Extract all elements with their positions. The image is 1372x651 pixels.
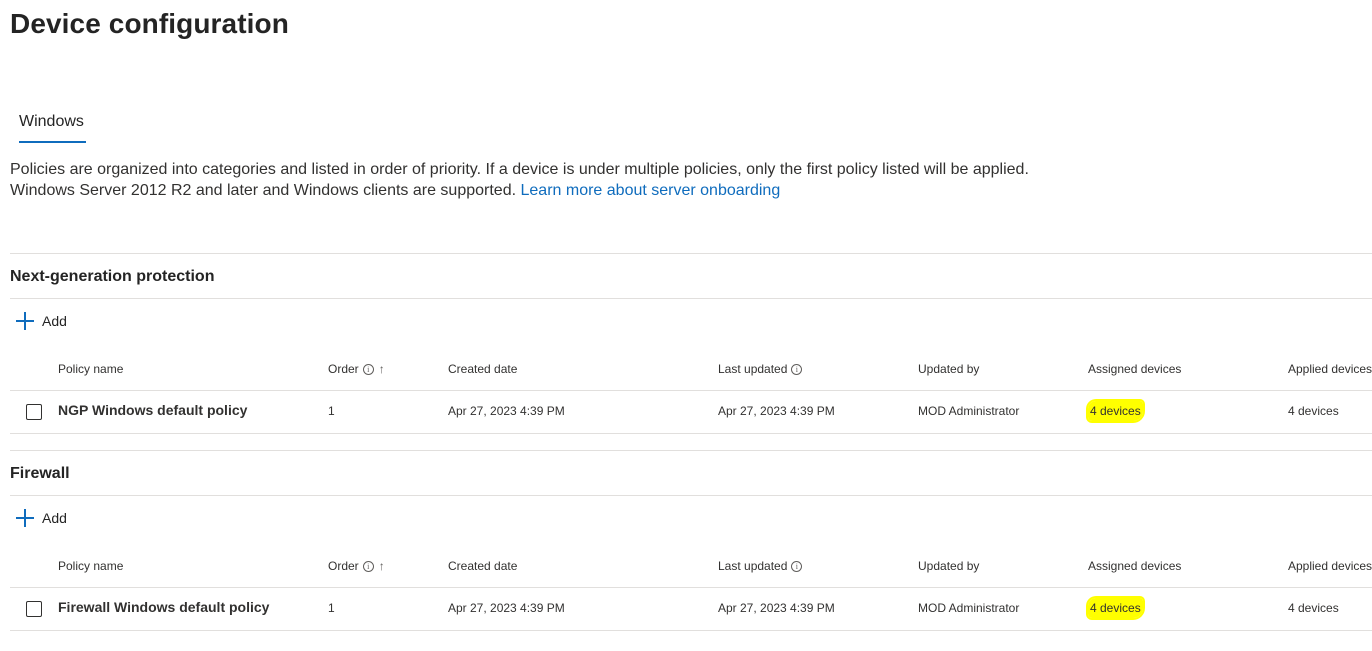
created-date-cell: Apr 27, 2023 4:39 PM <box>448 404 565 418</box>
column-header-updated-by[interactable]: Updated by <box>918 559 979 573</box>
column-header-assigned-devices[interactable]: Assigned devices <box>1088 559 1181 573</box>
page-title: Device configuration <box>10 8 289 39</box>
add-label: Add <box>42 510 67 526</box>
column-header-policy-name[interactable]: Policy name <box>58 559 123 573</box>
sort-ascending-icon[interactable]: ↑ <box>379 559 385 573</box>
section-divider <box>10 450 1372 451</box>
applied-devices-cell: 4 devices <box>1288 404 1339 418</box>
row-select-checkbox[interactable] <box>26 601 42 617</box>
section-title-firewall: Firewall <box>10 465 70 482</box>
order-cell: 1 <box>328 404 335 418</box>
column-header-created-date[interactable]: Created date <box>448 559 517 573</box>
updated-by-cell: MOD Administrator <box>918 601 1020 615</box>
column-header-created-date[interactable]: Created date <box>448 362 517 376</box>
add-firewall-policy-button[interactable]: Add <box>16 509 67 527</box>
policy-name-cell[interactable]: Firewall Windows default policy <box>58 599 269 615</box>
row-divider <box>10 630 1372 631</box>
header-divider <box>10 587 1372 588</box>
assigned-devices-value: 4 devices <box>1088 598 1143 618</box>
last-updated-cell: Apr 27, 2023 4:39 PM <box>718 404 835 418</box>
tab-active-indicator <box>19 141 86 143</box>
column-header-last-updated[interactable]: Last updated i <box>718 362 803 376</box>
row-select-checkbox[interactable] <box>26 404 42 420</box>
tab-windows[interactable]: Windows <box>19 113 84 131</box>
column-header-applied-devices[interactable]: Applied devices <box>1288 559 1372 573</box>
info-icon[interactable]: i <box>791 561 803 572</box>
info-icon[interactable]: i <box>362 364 374 375</box>
column-header-assigned-devices[interactable]: Assigned devices <box>1088 362 1181 376</box>
updated-by-cell: MOD Administrator <box>918 404 1020 418</box>
section-title-next-generation-protection: Next-generation protection <box>10 268 215 285</box>
description-line-1: Policies are organized into categories a… <box>10 161 1029 178</box>
last-updated-label: Last updated <box>718 559 788 573</box>
column-header-order[interactable]: Order i ↑ <box>328 362 385 376</box>
column-header-applied-devices[interactable]: Applied devices <box>1288 362 1372 376</box>
section-divider <box>10 495 1372 496</box>
column-header-last-updated[interactable]: Last updated i <box>718 559 803 573</box>
column-header-updated-by[interactable]: Updated by <box>918 362 979 376</box>
column-header-policy-name[interactable]: Policy name <box>58 362 123 376</box>
info-icon[interactable]: i <box>791 364 803 375</box>
row-divider <box>10 433 1372 434</box>
last-updated-cell: Apr 27, 2023 4:39 PM <box>718 601 835 615</box>
add-label: Add <box>42 313 67 329</box>
order-label: Order <box>328 559 359 573</box>
order-label: Order <box>328 362 359 376</box>
policy-name-cell[interactable]: NGP Windows default policy <box>58 402 247 418</box>
info-icon[interactable]: i <box>362 561 374 572</box>
assigned-devices-value: 4 devices <box>1088 401 1143 421</box>
header-divider <box>10 390 1372 391</box>
add-ngp-policy-button[interactable]: Add <box>16 312 67 330</box>
plus-icon <box>16 312 34 330</box>
learn-more-link[interactable]: Learn more about server onboarding <box>521 182 781 199</box>
description-line-2: Windows Server 2012 R2 and later and Win… <box>10 182 780 200</box>
assigned-devices-cell: 4 devices <box>1088 598 1143 618</box>
last-updated-label: Last updated <box>718 362 788 376</box>
plus-icon <box>16 509 34 527</box>
section-divider <box>10 298 1372 299</box>
created-date-cell: Apr 27, 2023 4:39 PM <box>448 601 565 615</box>
assigned-devices-cell: 4 devices <box>1088 401 1143 421</box>
column-header-order[interactable]: Order i ↑ <box>328 559 385 573</box>
sort-ascending-icon[interactable]: ↑ <box>379 362 385 376</box>
order-cell: 1 <box>328 601 335 615</box>
section-divider <box>10 253 1372 254</box>
applied-devices-cell: 4 devices <box>1288 601 1339 615</box>
description-text: Windows Server 2012 R2 and later and Win… <box>10 182 517 199</box>
